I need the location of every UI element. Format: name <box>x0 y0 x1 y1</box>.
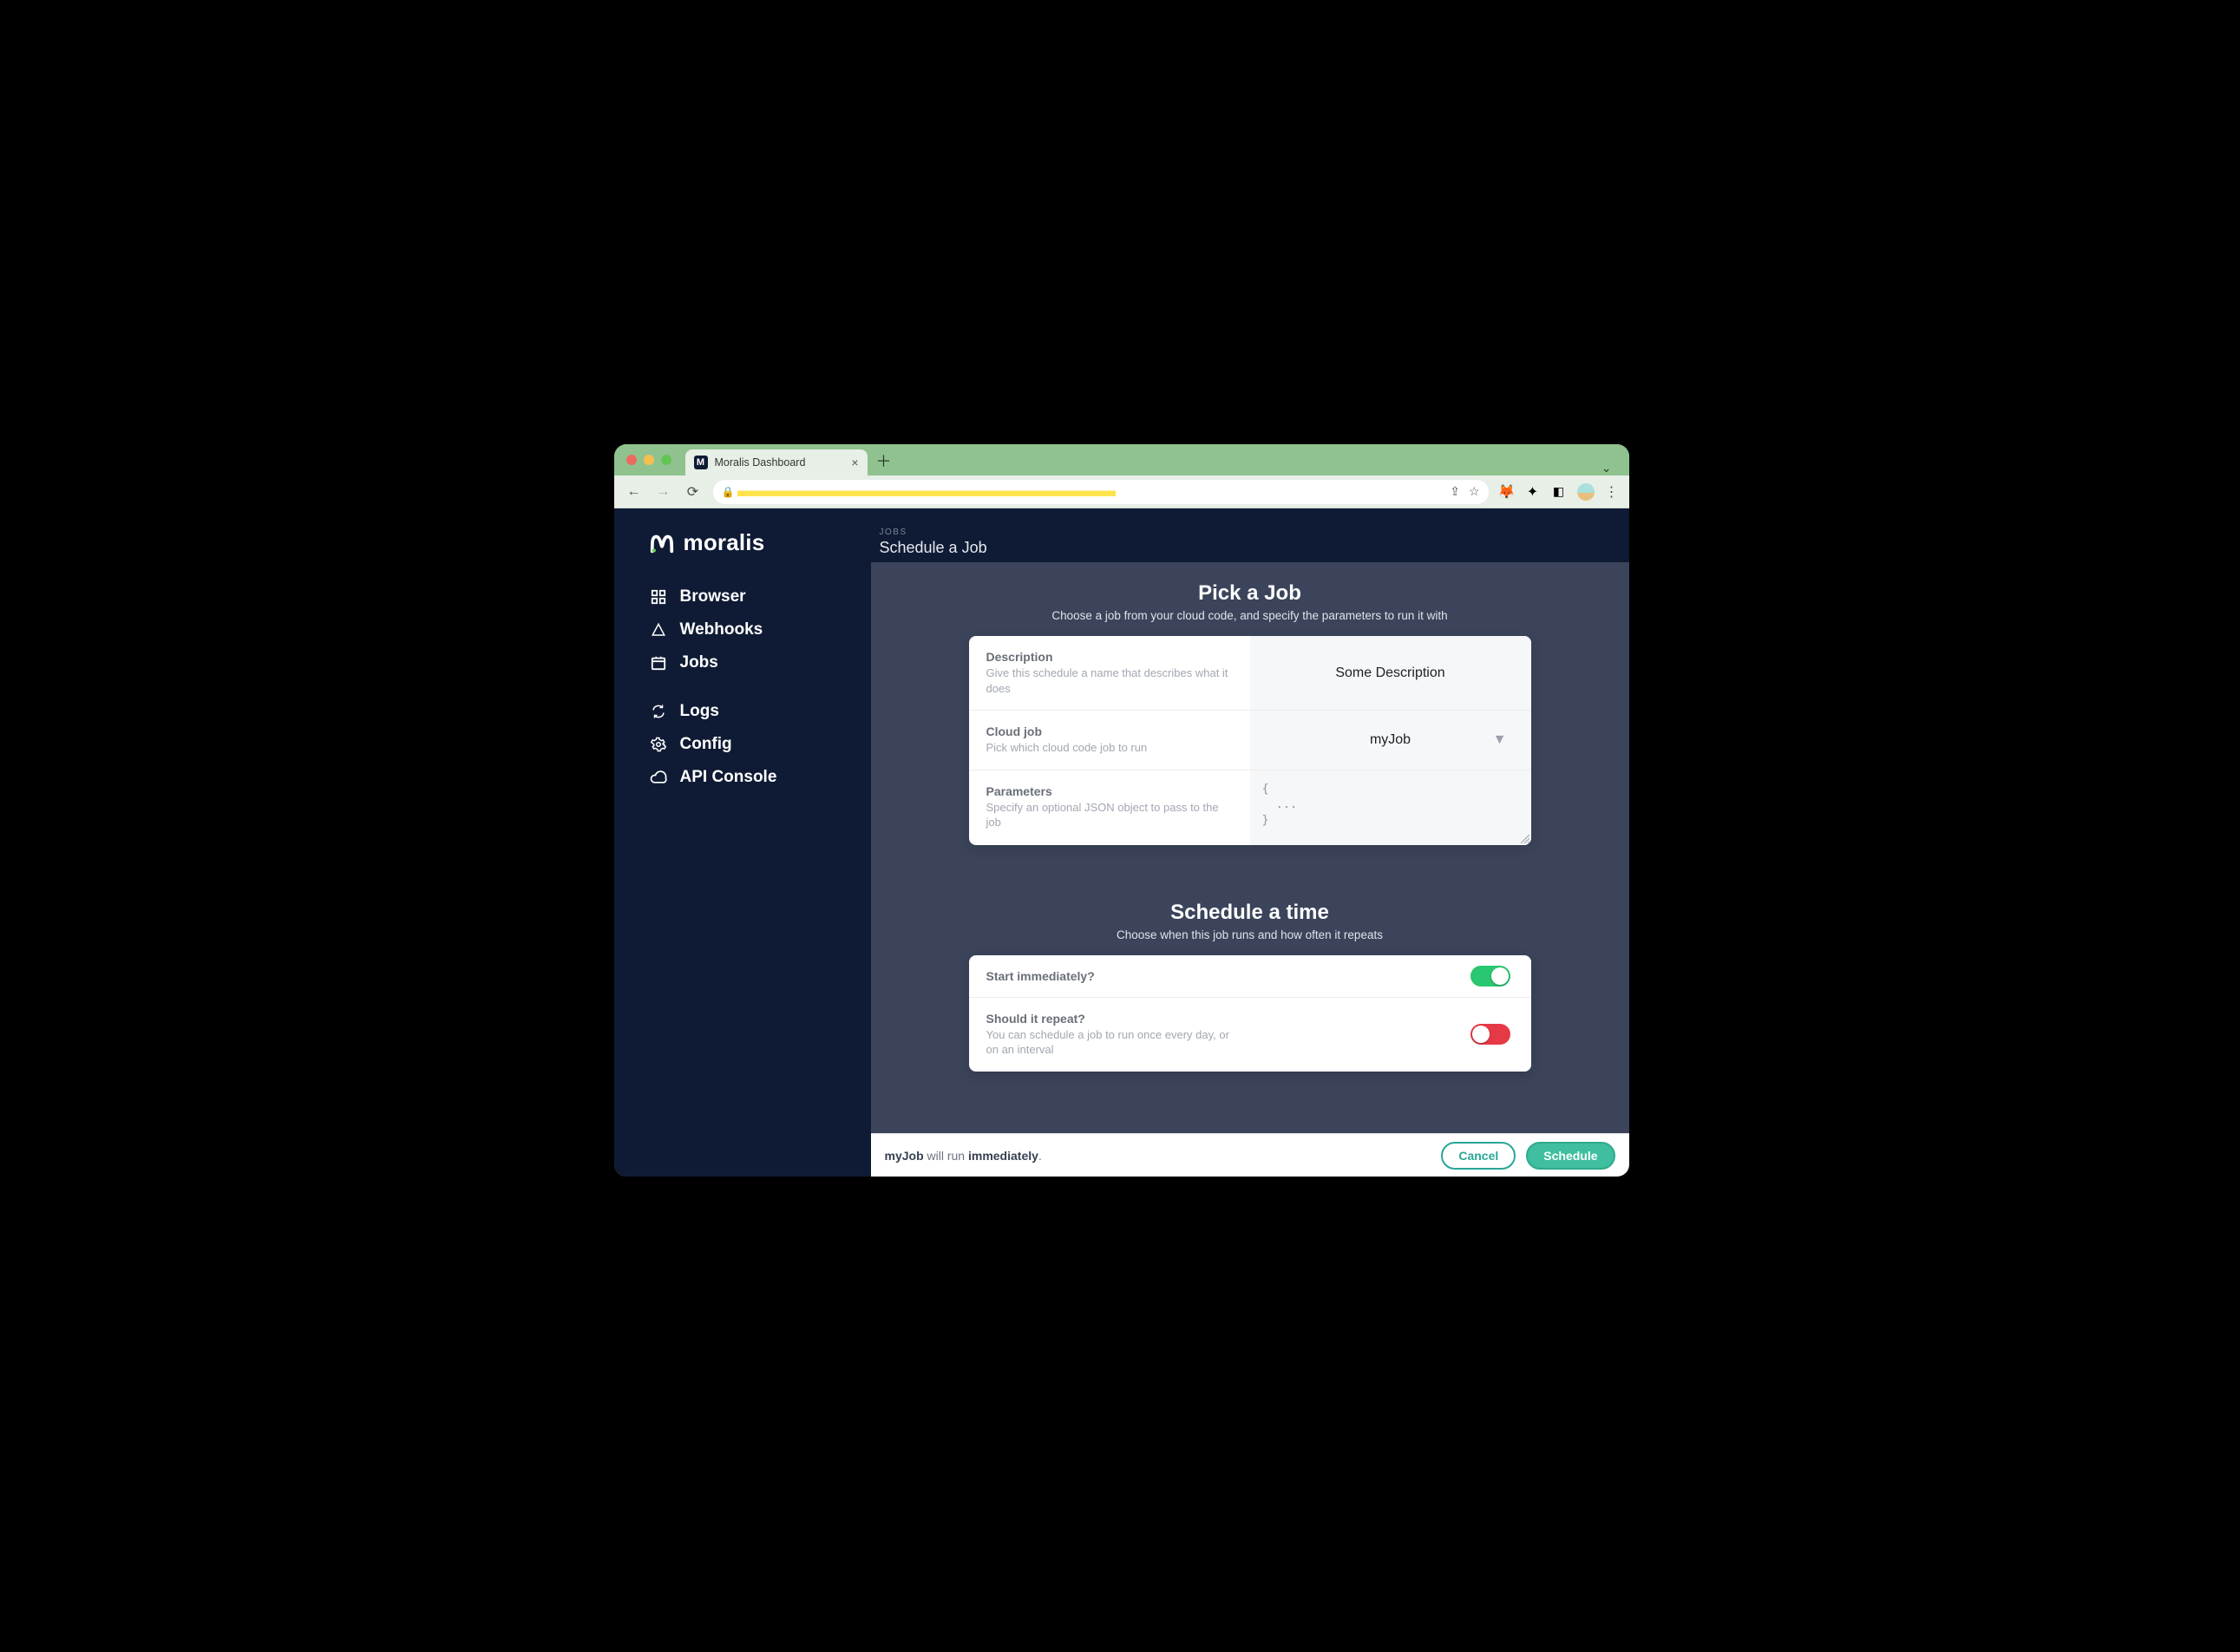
schedule-button[interactable]: Schedule <box>1526 1142 1615 1170</box>
pick-job-card: Description Give this schedule a name th… <box>969 636 1531 845</box>
close-window-button[interactable] <box>626 455 637 465</box>
schedule-time-card: Start immediately? Should it repeat? <box>969 955 1531 1072</box>
browser-window: M Moralis Dashboard × ＋ ⌄ ← → ⟳ 🔒 ⇪ ☆ <box>614 444 1629 1177</box>
cancel-button[interactable]: Cancel <box>1441 1142 1516 1170</box>
footer-job: myJob <box>885 1149 924 1163</box>
sidebar-item-label: Jobs <box>680 653 718 672</box>
browser-menu-icon[interactable]: ⋮ <box>1605 483 1619 501</box>
sidebar-item-label: Logs <box>680 702 719 721</box>
sidebar-item-label: Config <box>680 735 732 754</box>
tab-title: Moralis Dashboard <box>715 456 806 469</box>
sidebar-item-webhooks[interactable]: Webhooks <box>649 613 850 646</box>
brand: moralis <box>649 529 850 556</box>
repeat-label: Should it repeat? <box>986 1012 1233 1026</box>
footer-bar: myJob will run immediately. Cancel Sched… <box>871 1133 1629 1177</box>
cloud-icon <box>649 770 668 785</box>
description-input[interactable] <box>1262 665 1519 681</box>
main-content: JOBS Schedule a Job Pick a Job Choose a … <box>871 508 1629 1177</box>
brand-name: moralis <box>684 529 765 556</box>
sync-icon <box>649 704 668 719</box>
sidebar-item-label: Webhooks <box>680 620 763 639</box>
reading-list-icon[interactable]: ◧ <box>1551 484 1567 500</box>
reload-button[interactable]: ⟳ <box>684 483 703 501</box>
sidebar-item-jobs[interactable]: Jobs <box>649 646 850 679</box>
lock-icon: 🔒 <box>722 486 735 498</box>
gear-icon <box>649 737 668 752</box>
chevron-down-icon: ▼ <box>1493 732 1507 748</box>
cloudjob-value: myJob <box>1370 732 1411 747</box>
profile-avatar[interactable] <box>1577 483 1595 501</box>
sidebar-item-browser[interactable]: Browser <box>649 580 850 613</box>
cloudjob-select[interactable]: myJob ▼ <box>1262 732 1519 748</box>
calendar-icon <box>649 655 668 671</box>
section-time-header: Schedule a time Choose when this job run… <box>871 901 1629 941</box>
new-tab-button[interactable]: ＋ <box>876 449 892 475</box>
webhook-icon <box>649 622 668 638</box>
browser-tab[interactable]: M Moralis Dashboard × <box>685 449 868 475</box>
page-title: Schedule a Job <box>880 539 1621 557</box>
section-time-title: Schedule a time <box>871 901 1629 925</box>
share-icon[interactable]: ⇪ <box>1450 484 1460 499</box>
sidebar-item-logs[interactable]: Logs <box>649 695 850 728</box>
browser-toolbar: ← → ⟳ 🔒 ⇪ ☆ 🦊 ✦ ◧ ⋮ <box>614 475 1629 508</box>
cloudjob-label: Cloud job <box>986 724 1233 738</box>
repeat-hint: You can schedule a job to run once every… <box>986 1027 1233 1058</box>
section-time-subtitle: Choose when this job runs and how often … <box>871 928 1629 941</box>
start-immediately-label: Start immediately? <box>986 969 1233 983</box>
description-hint: Give this schedule a name that describes… <box>986 665 1233 696</box>
close-tab-icon[interactable]: × <box>851 456 858 469</box>
window-controls <box>626 455 671 465</box>
back-button[interactable]: ← <box>625 484 644 500</box>
sidebar: moralis Browser Webhooks <box>614 508 871 1177</box>
tab-favicon: M <box>694 456 708 469</box>
sidebar-item-label: Browser <box>680 587 746 606</box>
sidebar-item-api-console[interactable]: API Console <box>649 761 850 794</box>
repeat-toggle[interactable] <box>1470 1024 1510 1045</box>
forward-button[interactable]: → <box>654 484 673 500</box>
address-bar[interactable]: 🔒 ⇪ ☆ <box>713 480 1489 504</box>
breadcrumb: JOBS Schedule a Job <box>871 508 1629 562</box>
start-immediately-toggle[interactable] <box>1470 966 1510 987</box>
section-pick-title: Pick a Job <box>871 581 1629 606</box>
description-label: Description <box>986 650 1233 664</box>
titlebar: M Moralis Dashboard × ＋ ⌄ <box>614 444 1629 475</box>
sidebar-item-label: API Console <box>680 768 777 787</box>
section-pick-subtitle: Choose a job from your cloud code, and s… <box>871 609 1629 622</box>
sidebar-item-config[interactable]: Config <box>649 728 850 761</box>
grid-icon <box>649 589 668 605</box>
footer-summary: myJob will run immediately. <box>885 1149 1042 1163</box>
parameters-input[interactable] <box>1262 779 1519 836</box>
brand-logo-icon <box>649 530 675 556</box>
cloudjob-hint: Pick which cloud code job to run <box>986 740 1233 756</box>
parameters-hint: Specify an optional JSON object to pass … <box>986 800 1233 830</box>
extensions-icon[interactable]: ✦ <box>1525 484 1541 500</box>
tabs-overflow-icon[interactable]: ⌄ <box>1601 461 1612 475</box>
footer-when: immediately <box>968 1149 1038 1163</box>
parameters-label: Parameters <box>986 784 1233 798</box>
redacted-url <box>737 485 1116 499</box>
maximize-window-button[interactable] <box>661 455 671 465</box>
resize-handle-icon[interactable] <box>1521 835 1529 843</box>
minimize-window-button[interactable] <box>644 455 654 465</box>
bookmark-icon[interactable]: ☆ <box>1469 484 1480 499</box>
breadcrumb-eyebrow: JOBS <box>880 528 1621 537</box>
section-pick-header: Pick a Job Choose a job from your cloud … <box>871 581 1629 622</box>
metamask-icon[interactable]: 🦊 <box>1499 484 1515 500</box>
